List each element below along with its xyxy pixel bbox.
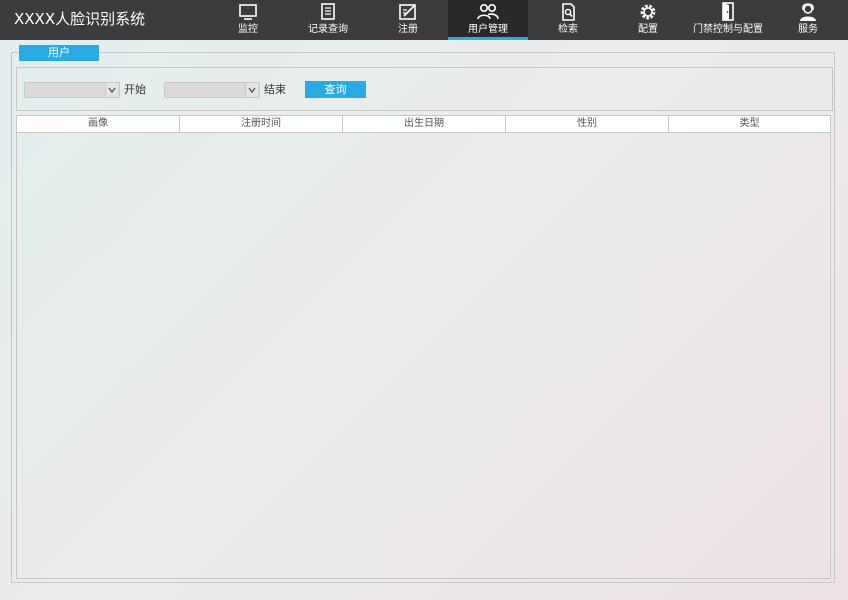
nav-label-service: 服务 [798, 24, 818, 35]
column-header-birth-date[interactable]: 出生日期 [343, 116, 506, 132]
support-agent-icon [796, 2, 820, 22]
nav-item-records[interactable]: 记录查询 [288, 0, 368, 40]
document-list-icon [316, 2, 340, 22]
column-header-type[interactable]: 类型 [669, 116, 830, 132]
nav-item-monitor[interactable]: 监控 [208, 0, 288, 40]
nav-label-access-control: 门禁控制与配置 [693, 24, 763, 35]
nav-label-records: 记录查询 [308, 24, 348, 35]
edit-form-icon [396, 2, 420, 22]
nav-item-access-control[interactable]: 门禁控制与配置 [688, 0, 768, 40]
nav-item-user-management[interactable]: 用户管理 [448, 0, 528, 40]
start-label: 开始 [124, 83, 146, 96]
monitor-icon [236, 2, 260, 22]
query-button[interactable]: 查询 [305, 81, 366, 98]
chevron-down-icon [245, 83, 258, 97]
start-select[interactable] [24, 82, 120, 98]
column-header-register-time[interactable]: 注册时间 [180, 116, 343, 132]
nav-item-config[interactable]: 配置 [608, 0, 688, 40]
search-document-icon [556, 2, 580, 22]
nav-label-config: 配置 [638, 24, 658, 35]
gear-icon [636, 2, 660, 22]
panel-legend: 用户 [19, 45, 99, 61]
nav-label-search: 检索 [558, 24, 578, 35]
app-title: XXXX人脸识别系统 [14, 10, 146, 28]
chevron-down-icon [105, 83, 118, 97]
users-icon [476, 2, 500, 22]
end-label: 结束 [264, 83, 286, 96]
nav-item-register[interactable]: 注册 [368, 0, 448, 40]
nav-label-monitor: 监控 [238, 24, 258, 35]
top-navigation-bar: XXXX人脸识别系统 监控 记录查询 注册 用户管理 检索 配置 门禁控制与配置… [0, 0, 848, 40]
table-header: 画像 注册时间 出生日期 性别 类型 [17, 116, 830, 133]
nav-item-service[interactable]: 服务 [768, 0, 848, 40]
user-table: 画像 注册时间 出生日期 性别 类型 [16, 115, 831, 579]
door-icon [716, 2, 740, 22]
end-select[interactable] [164, 82, 260, 98]
column-header-gender[interactable]: 性别 [506, 116, 669, 132]
column-header-portrait[interactable]: 画像 [17, 116, 180, 132]
nav-label-register: 注册 [398, 24, 418, 35]
nav-item-search[interactable]: 检索 [528, 0, 608, 40]
nav-label-user-management: 用户管理 [468, 24, 508, 35]
